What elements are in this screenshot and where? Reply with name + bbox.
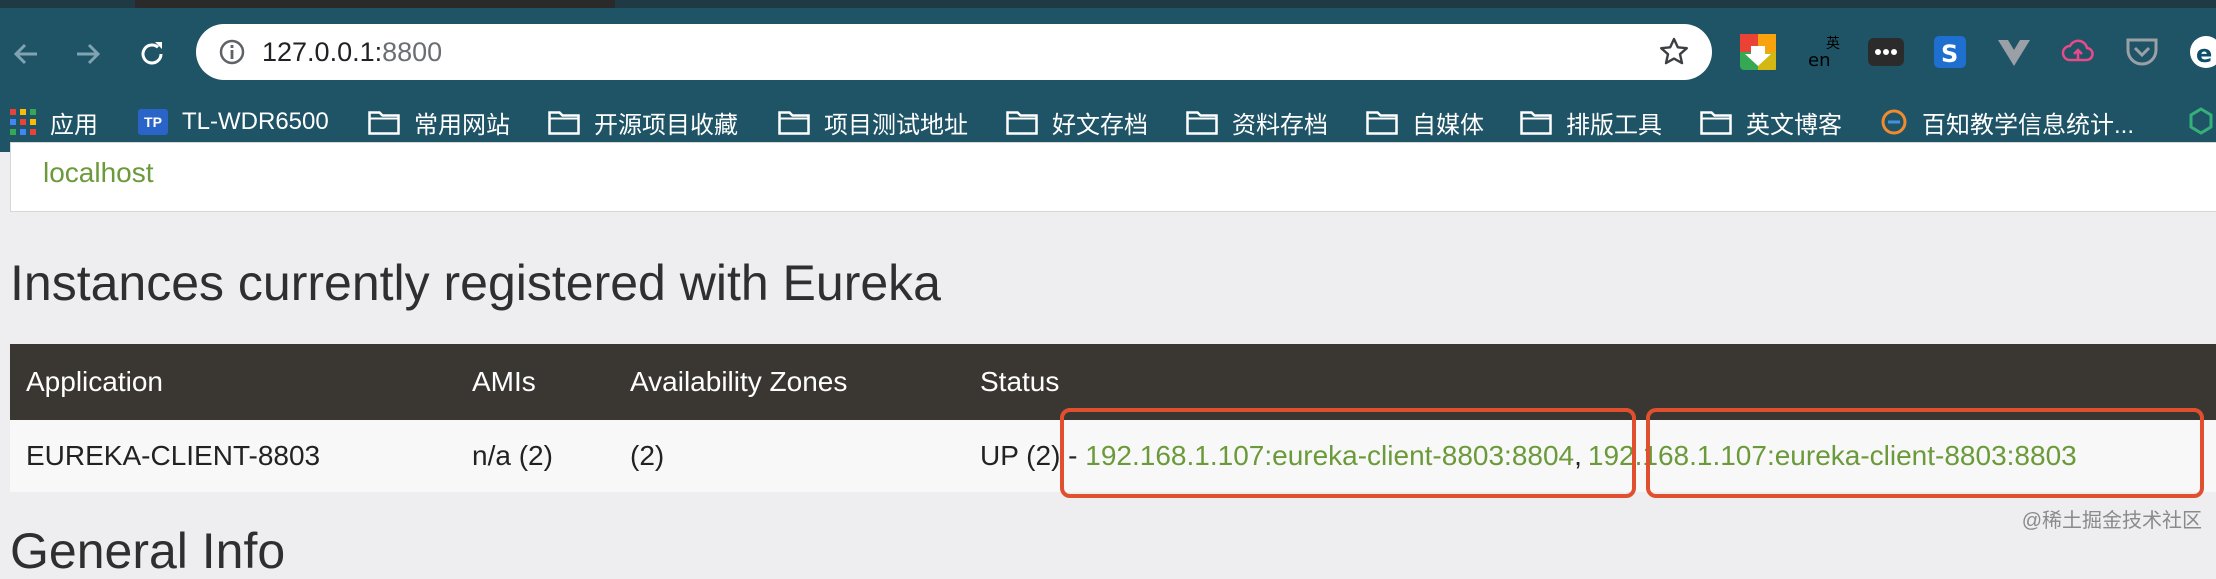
- folder-icon: [1006, 111, 1038, 135]
- url-port: 8800: [382, 37, 443, 67]
- svg-text:英: 英: [1826, 35, 1840, 52]
- instances-heading: Instances currently registered with Eure…: [10, 255, 941, 311]
- folder-icon: [548, 111, 580, 135]
- s-extension-icon[interactable]: S: [1930, 32, 1970, 72]
- column-header-application: Application: [26, 366, 163, 397]
- folder-icon: [1366, 111, 1398, 135]
- more-extension-icon[interactable]: [1866, 32, 1906, 72]
- bookmark-label: 常用网站: [414, 111, 510, 139]
- bookmark-label: TL-WDR6500: [182, 108, 329, 135]
- bookmark-label: 英文博客: [1746, 111, 1842, 139]
- bookmark-site-icon: [1881, 109, 1907, 135]
- pocket-icon[interactable]: [2122, 32, 2162, 72]
- apps-grid-icon: [10, 109, 36, 135]
- vue-devtools-icon[interactable]: [1994, 32, 2034, 72]
- folder-icon: [1700, 111, 1732, 135]
- translate-extension-icon[interactable]: en英: [1806, 32, 1846, 72]
- svg-text:en: en: [1808, 50, 1830, 71]
- bookmark-label: 应用: [50, 111, 98, 139]
- column-header-amis: AMIs: [472, 366, 536, 397]
- page-content: localhost Instances currently registered…: [0, 142, 2216, 546]
- back-button[interactable]: [6, 34, 46, 74]
- tab-strip: [0, 0, 2216, 8]
- tp-link-icon: TP: [138, 109, 168, 135]
- highlight-box-instance-8804: [1060, 408, 1636, 498]
- bookmark-label: 项目测试地址: [824, 111, 968, 139]
- folder-icon: [1186, 111, 1218, 135]
- active-tab[interactable]: [135, 0, 615, 8]
- column-header-availability-zones: Availability Zones: [630, 366, 848, 397]
- bookmark-label: 资料存档: [1232, 111, 1328, 139]
- host-panel: localhost: [10, 142, 2216, 212]
- bookmark-star-icon[interactable]: [1658, 36, 1690, 68]
- svg-text:S: S: [1941, 40, 1958, 68]
- url-text: 127.0.0.1:8800: [262, 37, 442, 68]
- folder-icon: [368, 111, 400, 135]
- watermark-text: @稀土掘金技术社区: [2021, 510, 2202, 532]
- edge-extension-icon[interactable]: e: [2186, 32, 2216, 72]
- host-name: localhost: [43, 157, 154, 188]
- google-download-extension-icon[interactable]: [1738, 32, 1778, 72]
- forward-button[interactable]: [68, 34, 108, 74]
- bookmark-label: 百知教学信息统计...: [1922, 111, 2135, 139]
- svg-text:e: e: [2196, 40, 2212, 68]
- cell-availability-zones: (2): [630, 440, 665, 471]
- back-arrow-icon: [13, 43, 37, 65]
- reload-icon: [141, 42, 163, 65]
- cell-amis: n/a (2): [472, 440, 553, 471]
- forward-arrow-icon: [77, 43, 101, 65]
- url-host: 127.0.0.1:: [262, 37, 383, 67]
- address-bar[interactable]: 127.0.0.1:8800: [196, 24, 1712, 80]
- bookmark-label: 自媒体: [1412, 111, 1484, 139]
- bookmark-label: 排版工具: [1566, 111, 1662, 139]
- folder-icon: [778, 111, 810, 135]
- highlight-box-instance-8803: [1646, 408, 2204, 498]
- reload-button[interactable]: [132, 34, 172, 74]
- cell-application: EUREKA-CLIENT-8803: [26, 440, 321, 471]
- general-info-heading-partial: General Info: [10, 523, 286, 579]
- folder-icon: [1520, 111, 1552, 135]
- info-icon[interactable]: [218, 38, 246, 66]
- column-header-status: Status: [980, 366, 1060, 397]
- browser-toolbar: 127.0.0.1:8800 en 英 S e 应用 TP TL-WDR6500 …: [0, 8, 2216, 152]
- bookmark-label: 开源项目收藏: [594, 111, 738, 139]
- bookmark-overflow-icon[interactable]: [2186, 106, 2216, 136]
- cloud-upload-icon[interactable]: [2058, 32, 2098, 72]
- bookmark-label: 好文存档: [1052, 111, 1148, 139]
